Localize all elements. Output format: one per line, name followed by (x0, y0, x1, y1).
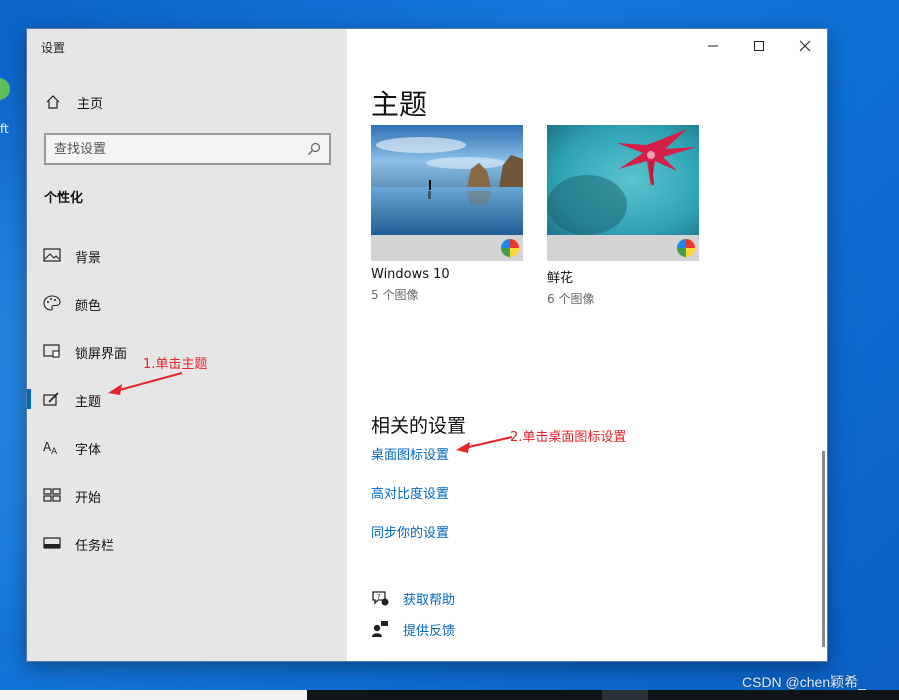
high-contrast-settings-link[interactable]: 高对比度设置 (371, 483, 449, 502)
window-title: 设置 (41, 41, 66, 55)
sidebar-item-label: 颜色 (75, 299, 102, 314)
font-icon: AA (43, 440, 58, 455)
theme-strip (547, 235, 699, 261)
theme-name: 鲜花 (547, 271, 574, 286)
feedback-icon (372, 621, 388, 637)
sync-settings-link[interactable]: 同步你的设置 (371, 522, 449, 541)
sidebar-item-colors[interactable]: 颜色 (27, 283, 347, 323)
svg-text:?: ? (377, 593, 381, 601)
theme-card-flowers[interactable]: 鲜花 6 个图像 (547, 125, 699, 307)
active-indicator (27, 389, 31, 409)
get-help-label: 获取帮助 (403, 592, 456, 608)
lock-screen-icon (43, 344, 60, 358)
section-title: 个性化 (44, 191, 84, 206)
home-label: 主页 (77, 96, 104, 112)
feedback-link[interactable]: 提供反馈 (371, 618, 455, 640)
maximize-button[interactable] (736, 35, 782, 57)
search-box[interactable] (44, 133, 331, 165)
theme-image-count: 5 个图像 (371, 288, 419, 302)
svg-text:A: A (51, 447, 58, 455)
sidebar-item-label: 背景 (75, 251, 102, 266)
theme-preview-beach (371, 125, 523, 235)
sidebar-item-taskbar[interactable]: 任务栏 (27, 523, 347, 563)
watermark-text: CSDN @chen颖希_ (742, 674, 866, 690)
sidebar-item-background[interactable]: 背景 (27, 235, 347, 275)
related-settings-title: 相关的设置 (371, 415, 467, 437)
picture-icon (43, 248, 61, 262)
sidebar: 设置 主页 个性化 背景 颜色 锁屏界面 主题 AA 字体 (27, 29, 347, 661)
search-input[interactable] (54, 141, 307, 157)
start-grid-icon (43, 488, 61, 502)
sidebar-item-label: 锁屏界面 (75, 347, 128, 362)
taskbar-app-button[interactable] (602, 690, 648, 700)
taskbar-icon (43, 537, 61, 549)
get-help-link[interactable]: ? 获取帮助 (371, 587, 455, 609)
taskbar-search-area[interactable] (0, 690, 307, 700)
theme-brush-icon (43, 392, 59, 406)
help-chat-icon: ? (372, 591, 389, 606)
minimize-icon (708, 45, 718, 47)
sidebar-item-label: 任务栏 (75, 539, 115, 554)
color-wheel-icon (677, 239, 695, 257)
sidebar-item-label: 字体 (75, 443, 102, 458)
maximize-icon (754, 41, 764, 51)
page-title: 主题 (371, 88, 428, 121)
sidebar-item-label: 主题 (75, 395, 102, 410)
sidebar-item-fonts[interactable]: AA 字体 (27, 427, 347, 467)
theme-strip (371, 235, 523, 261)
home-nav[interactable]: 主页 (45, 91, 103, 113)
sidebar-item-label: 开始 (75, 491, 102, 506)
close-button[interactable] (782, 35, 828, 57)
feedback-label: 提供反馈 (403, 623, 456, 639)
desktop-icon-settings-link[interactable]: 桌面图标设置 (371, 444, 449, 463)
color-wheel-icon (501, 239, 519, 257)
theme-preview-flower (547, 125, 699, 235)
annotation-step-1: 1.单击主题 (143, 357, 208, 372)
scrollbar[interactable] (822, 451, 825, 647)
settings-window: 设置 主页 个性化 背景 颜色 锁屏界面 主题 AA 字体 (26, 28, 828, 662)
search-icon[interactable] (307, 142, 321, 156)
annotation-step-2: 2.单击桌面图标设置 (510, 430, 627, 445)
close-icon (799, 40, 811, 52)
home-icon (46, 95, 60, 109)
sidebar-item-themes[interactable]: 主题 (27, 379, 347, 419)
theme-name: Windows 10 (371, 267, 450, 282)
theme-image-count: 6 个图像 (547, 292, 595, 306)
palette-icon (43, 295, 61, 311)
theme-card-windows[interactable]: Windows 10 5 个图像 (371, 125, 523, 303)
sidebar-item-start[interactable]: 开始 (27, 475, 347, 515)
desktop-icon-label: ft (0, 122, 9, 136)
minimize-button[interactable] (690, 35, 736, 57)
